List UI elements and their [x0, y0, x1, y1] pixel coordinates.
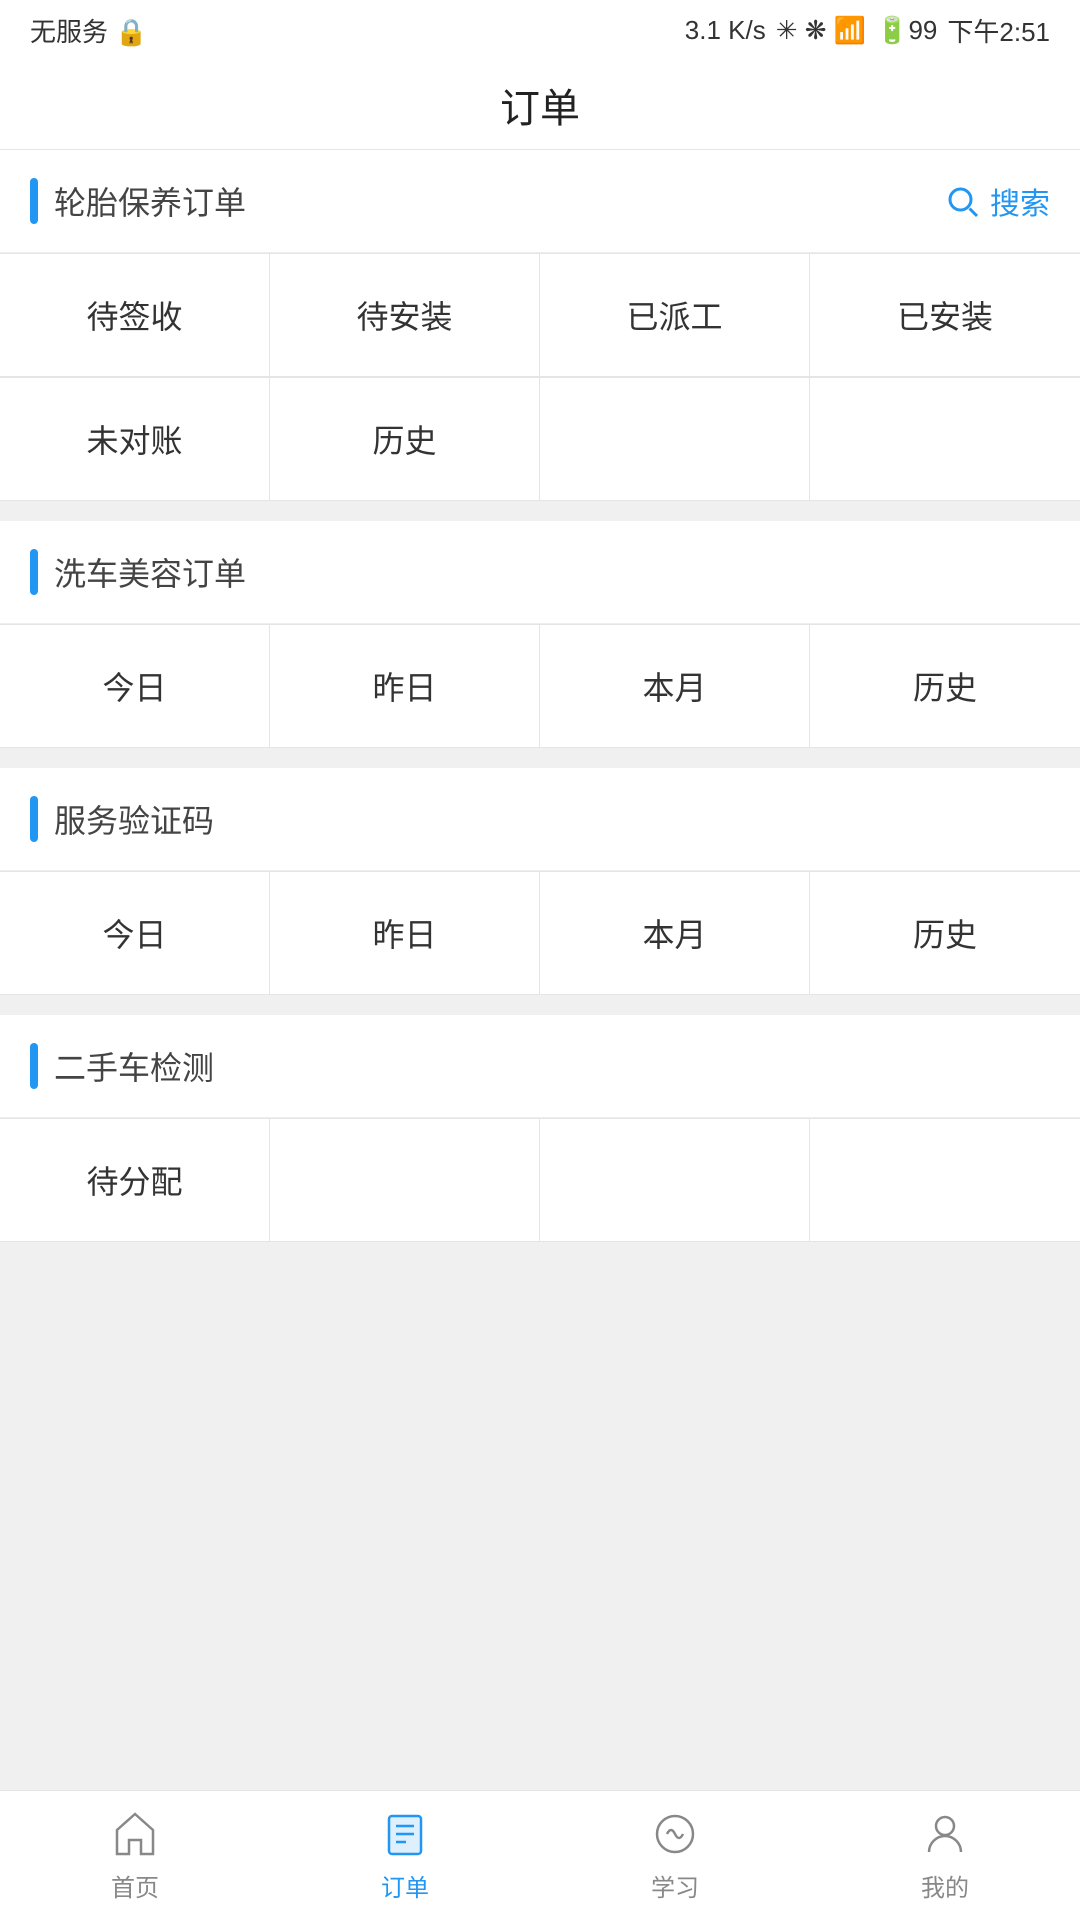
section-service-code: 服务验证码 今日 昨日 本月 历史 [0, 768, 1080, 995]
tire-dispatched[interactable]: 已派工 [540, 254, 810, 377]
carwash-grid: 今日 昨日 本月 历史 [0, 624, 1080, 748]
nav-order-label: 订单 [381, 1868, 429, 1903]
tire-pending-sign[interactable]: 待签收 [0, 254, 270, 377]
status-time: 下午2:51 [947, 12, 1050, 49]
status-speed: 3.1 K/s [685, 15, 766, 46]
section-carwash: 洗车美容订单 今日 昨日 本月 历史 [0, 521, 1080, 748]
service-code-month[interactable]: 本月 [540, 872, 810, 995]
service-code-grid: 今日 昨日 本月 历史 [0, 871, 1080, 995]
used-car-empty-1 [270, 1119, 540, 1242]
section-carwash-header: 洗车美容订单 [0, 521, 1080, 624]
nav-mine[interactable]: 我的 [810, 1798, 1080, 1913]
section-tire-header: 轮胎保养订单 搜索 [0, 150, 1080, 253]
carwash-history[interactable]: 历史 [810, 625, 1080, 748]
search-label: 搜索 [990, 179, 1050, 223]
section-used-car: 二手车检测 待分配 [0, 1015, 1080, 1242]
section-used-car-accent [30, 1043, 38, 1089]
service-code-today[interactable]: 今日 [0, 872, 270, 995]
used-car-empty-2 [540, 1119, 810, 1242]
section-carwash-accent [30, 549, 38, 595]
section-service-code-title-wrapper: 服务验证码 [30, 796, 214, 842]
carwash-yesterday[interactable]: 昨日 [270, 625, 540, 748]
section-tire-title: 轮胎保养订单 [54, 178, 246, 224]
bottom-spacer [0, 1262, 1080, 1302]
tire-pending-install[interactable]: 待安装 [270, 254, 540, 377]
mine-icon [919, 1808, 971, 1860]
home-icon [109, 1808, 161, 1860]
tire-grid-row1: 待签收 待安装 已派工 已安装 [0, 253, 1080, 377]
section-tire: 轮胎保养订单 搜索 待签收 待安装 已派工 已安装 未对账 历史 [0, 150, 1080, 501]
status-bar: 无服务 🔒 3.1 K/s ✳ ❋ 📶 🔋99 下午2:51 [0, 0, 1080, 60]
used-car-empty-3 [810, 1119, 1080, 1242]
search-button[interactable]: 搜索 [944, 179, 1050, 223]
title-bar: 订单 [0, 60, 1080, 150]
nav-home-label: 首页 [111, 1868, 159, 1903]
used-car-grid: 待分配 [0, 1118, 1080, 1242]
section-service-code-title: 服务验证码 [54, 796, 214, 842]
tire-history[interactable]: 历史 [270, 378, 540, 501]
tire-empty-1 [540, 378, 810, 501]
learn-icon [649, 1808, 701, 1860]
section-carwash-title-wrapper: 洗车美容订单 [30, 549, 246, 595]
nav-mine-label: 我的 [921, 1868, 969, 1903]
tire-unreconciled[interactable]: 未对账 [0, 378, 270, 501]
section-tire-accent [30, 178, 38, 224]
bottom-nav: 首页 订单 学习 我的 [0, 1790, 1080, 1920]
carwash-today[interactable]: 今日 [0, 625, 270, 748]
status-right: 3.1 K/s ✳ ❋ 📶 🔋99 下午2:51 [685, 12, 1050, 49]
tire-empty-2 [810, 378, 1080, 501]
status-battery: 🔋99 [876, 15, 937, 46]
section-tire-title-wrapper: 轮胎保养订单 [30, 178, 246, 224]
section-used-car-title: 二手车检测 [54, 1043, 214, 1089]
section-used-car-title-wrapper: 二手车检测 [30, 1043, 214, 1089]
tire-grid-row2: 未对账 历史 [0, 377, 1080, 501]
tire-installed[interactable]: 已安装 [810, 254, 1080, 377]
status-no-service: 无服务 🔒 [30, 12, 148, 49]
nav-home[interactable]: 首页 [0, 1798, 270, 1913]
search-icon [944, 183, 980, 219]
service-code-yesterday[interactable]: 昨日 [270, 872, 540, 995]
service-code-history[interactable]: 历史 [810, 872, 1080, 995]
section-service-code-accent [30, 796, 38, 842]
page-title: 订单 [500, 76, 580, 134]
section-service-code-header: 服务验证码 [0, 768, 1080, 871]
section-used-car-header: 二手车检测 [0, 1015, 1080, 1118]
main-content: 轮胎保养订单 搜索 待签收 待安装 已派工 已安装 未对账 历史 [0, 150, 1080, 1790]
order-icon [379, 1808, 431, 1860]
used-car-pending-assign[interactable]: 待分配 [0, 1119, 270, 1242]
status-icons: ✳ ❋ 📶 [776, 15, 866, 46]
carwash-month[interactable]: 本月 [540, 625, 810, 748]
nav-learn[interactable]: 学习 [540, 1798, 810, 1913]
section-carwash-title: 洗车美容订单 [54, 549, 246, 595]
nav-learn-label: 学习 [651, 1868, 699, 1903]
nav-order[interactable]: 订单 [270, 1798, 540, 1913]
